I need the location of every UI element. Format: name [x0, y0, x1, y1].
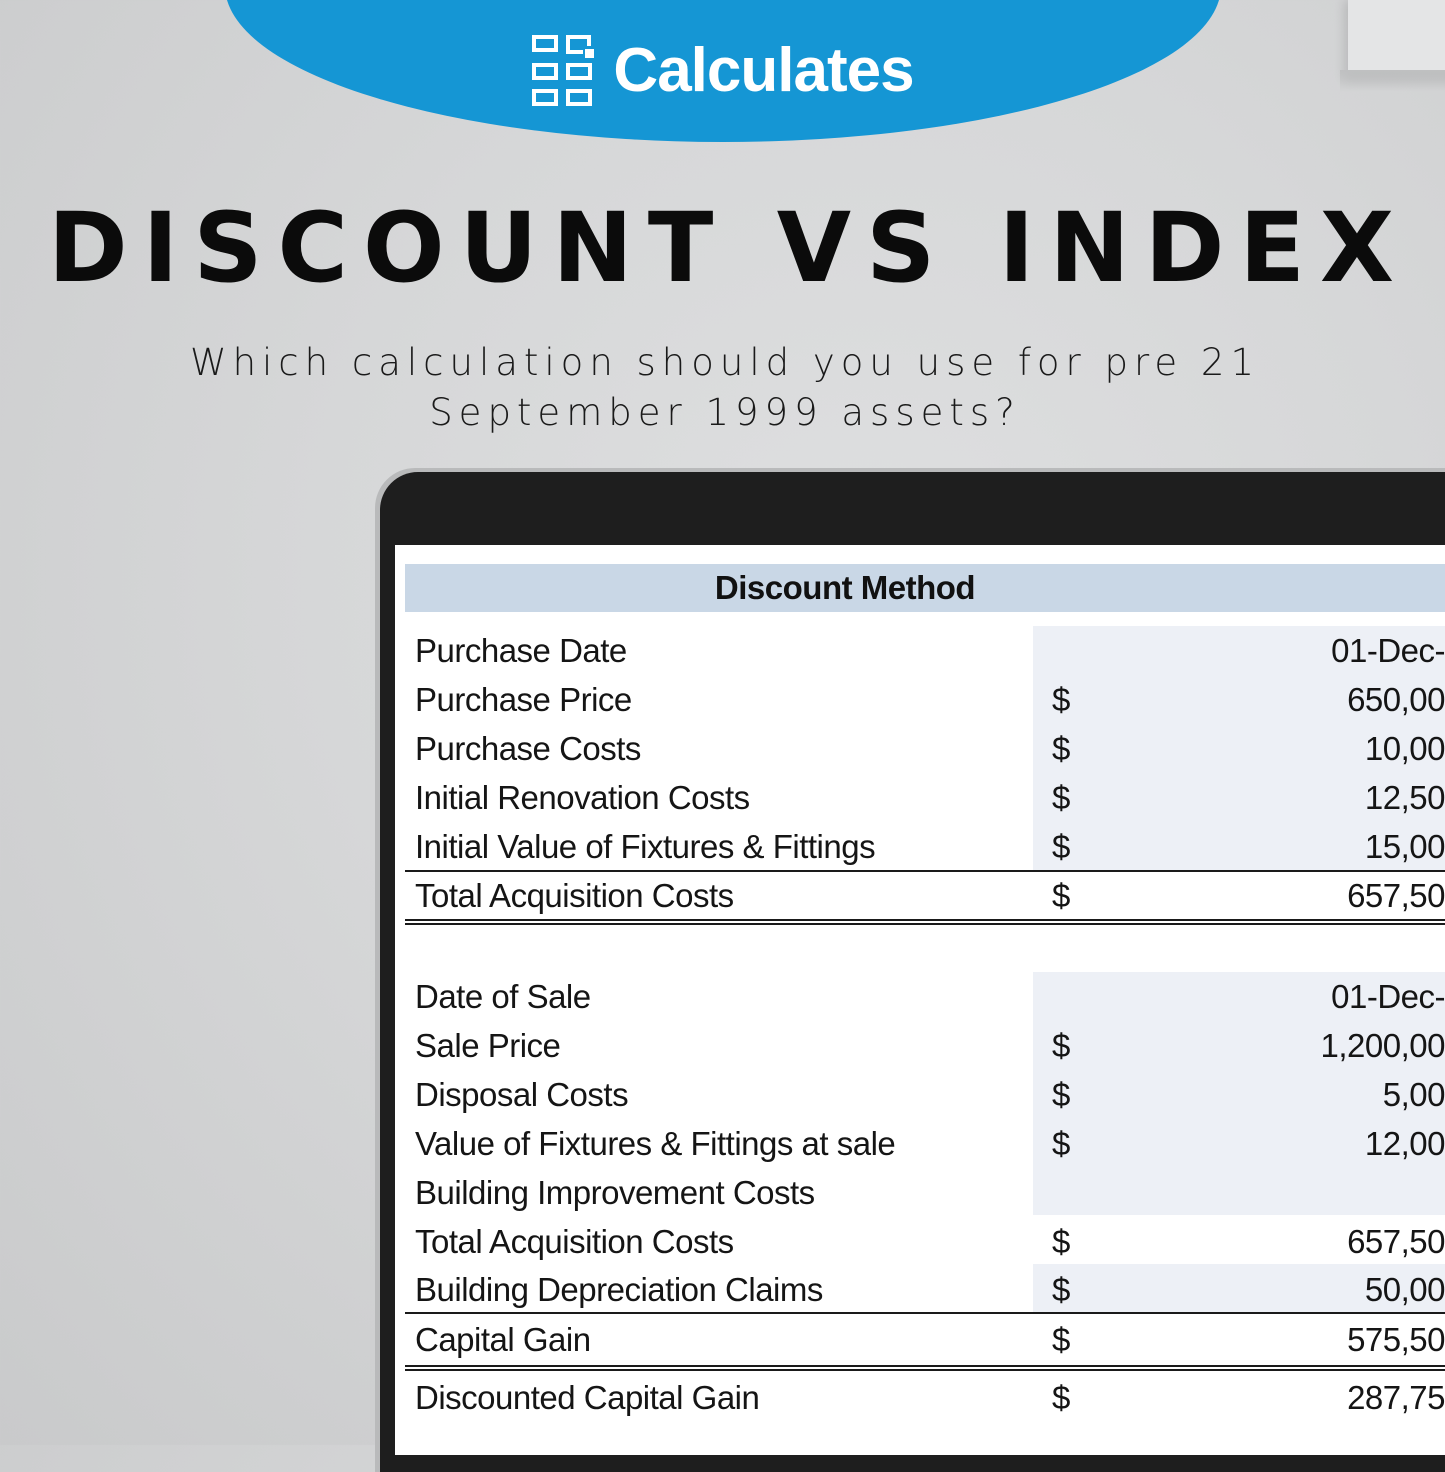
currency-symbol: $ — [1052, 1125, 1070, 1162]
row-label: Initial Value of Fixtures & Fittings — [415, 828, 876, 865]
table-row: Initial Value of Fixtures & Fittings $ 1… — [415, 824, 1445, 873]
subtitle-line-2: September 1999 assets? — [429, 391, 1021, 434]
subtotal-rule — [405, 1312, 1445, 1314]
cell-value[interactable]: 650,00 — [1347, 681, 1445, 719]
brand-name: Calculates — [613, 35, 914, 105]
table-row: Total Acquisition Costs $ 657,50 — [415, 1219, 1445, 1268]
row-label: Total Acquisition Costs — [415, 877, 734, 914]
currency-symbol: $ — [1052, 828, 1070, 865]
total-double-rule — [405, 919, 1445, 925]
row-label: Purchase Costs — [415, 730, 641, 767]
table-row: Building Depreciation Claims $ 50,00 — [415, 1267, 1445, 1316]
row-label: Initial Renovation Costs — [415, 779, 750, 816]
page-headline: DISCOUNT VS INDEX — [47, 192, 1409, 304]
row-label: Date of Sale — [415, 978, 591, 1015]
row-label: Value of Fixtures & Fittings at sale — [415, 1125, 896, 1162]
currency-symbol: $ — [1052, 779, 1070, 816]
currency-symbol: $ — [1052, 1321, 1070, 1358]
subtotal-rule — [405, 870, 1445, 872]
table-row: Date of Sale 01-Dec- — [415, 974, 1445, 1023]
brand-logo: Calculates — [0, 30, 1445, 110]
row-label: Total Acquisition Costs — [415, 1223, 734, 1260]
total-row: Total Acquisition Costs $ 657,50 — [415, 873, 1445, 922]
subtitle-line-1: Which calculation should you use for pre… — [189, 341, 1260, 384]
table-row: Purchase Costs $ 10,00 — [415, 726, 1445, 775]
discounted-capital-gain-row: Discounted Capital Gain $ 287,75 — [415, 1375, 1445, 1424]
currency-symbol: $ — [1052, 1076, 1070, 1113]
cell-value[interactable]: 12,50 — [1365, 779, 1445, 817]
row-label: Capital Gain — [415, 1321, 591, 1358]
table-row: Purchase Price $ 650,00 — [415, 677, 1445, 726]
currency-symbol: $ — [1052, 681, 1070, 718]
currency-symbol: $ — [1052, 1027, 1070, 1064]
row-label: Building Depreciation Claims — [415, 1271, 823, 1308]
table-row: Purchase Date 01-Dec- — [415, 628, 1445, 677]
row-label: Discounted Capital Gain — [415, 1379, 760, 1416]
row-label: Building Improvement Costs — [415, 1174, 815, 1211]
currency-symbol: $ — [1052, 877, 1070, 914]
table-row: Sale Price $ 1,200,00 — [415, 1023, 1445, 1072]
row-label: Sale Price — [415, 1027, 561, 1064]
row-label: Purchase Price — [415, 681, 632, 718]
currency-symbol: $ — [1052, 1271, 1070, 1308]
table-row: Value of Fixtures & Fittings at sale $ 1… — [415, 1121, 1445, 1170]
sheet-title: Discount Method — [714, 569, 976, 606]
spreadsheet-screen: Discount Method Purchase Date 01-Dec- Pu… — [395, 545, 1445, 1455]
sheet-title-bar: Discount Method — [405, 564, 1445, 612]
table-row: Initial Renovation Costs $ 12,50 — [415, 775, 1445, 824]
cell-value[interactable]: 575,50 — [1347, 1321, 1445, 1359]
row-label: Disposal Costs — [415, 1076, 629, 1113]
row-label: Purchase Date — [415, 632, 627, 669]
page-subtitle: Which calculation should you use for pre… — [180, 338, 1270, 438]
cell-value[interactable]: 657,50 — [1347, 877, 1445, 915]
cell-value[interactable]: 01-Dec- — [1331, 978, 1445, 1016]
currency-symbol: $ — [1052, 730, 1070, 767]
currency-symbol: $ — [1052, 1223, 1070, 1260]
table-row: Building Improvement Costs — [415, 1170, 1445, 1219]
cell-value[interactable]: 5,00 — [1383, 1076, 1445, 1114]
cell-value[interactable]: 12,00 — [1365, 1125, 1445, 1163]
cell-value[interactable]: 1,200,00 — [1321, 1027, 1445, 1065]
total-double-rule — [405, 1365, 1445, 1371]
cell-value[interactable]: 15,00 — [1365, 828, 1445, 866]
cell-value[interactable]: 10,00 — [1365, 730, 1445, 768]
table-row: Disposal Costs $ 5,00 — [415, 1072, 1445, 1121]
cell-value[interactable]: 287,75 — [1347, 1379, 1445, 1417]
currency-symbol: $ — [1052, 1379, 1070, 1416]
cell-value[interactable]: 657,50 — [1347, 1223, 1445, 1261]
capital-gain-row: Capital Gain $ 575,50 — [415, 1317, 1445, 1366]
cell-value[interactable]: 50,00 — [1365, 1271, 1445, 1309]
cell-value[interactable]: 01-Dec- — [1331, 632, 1445, 670]
calculator-grid-icon — [532, 35, 595, 106]
